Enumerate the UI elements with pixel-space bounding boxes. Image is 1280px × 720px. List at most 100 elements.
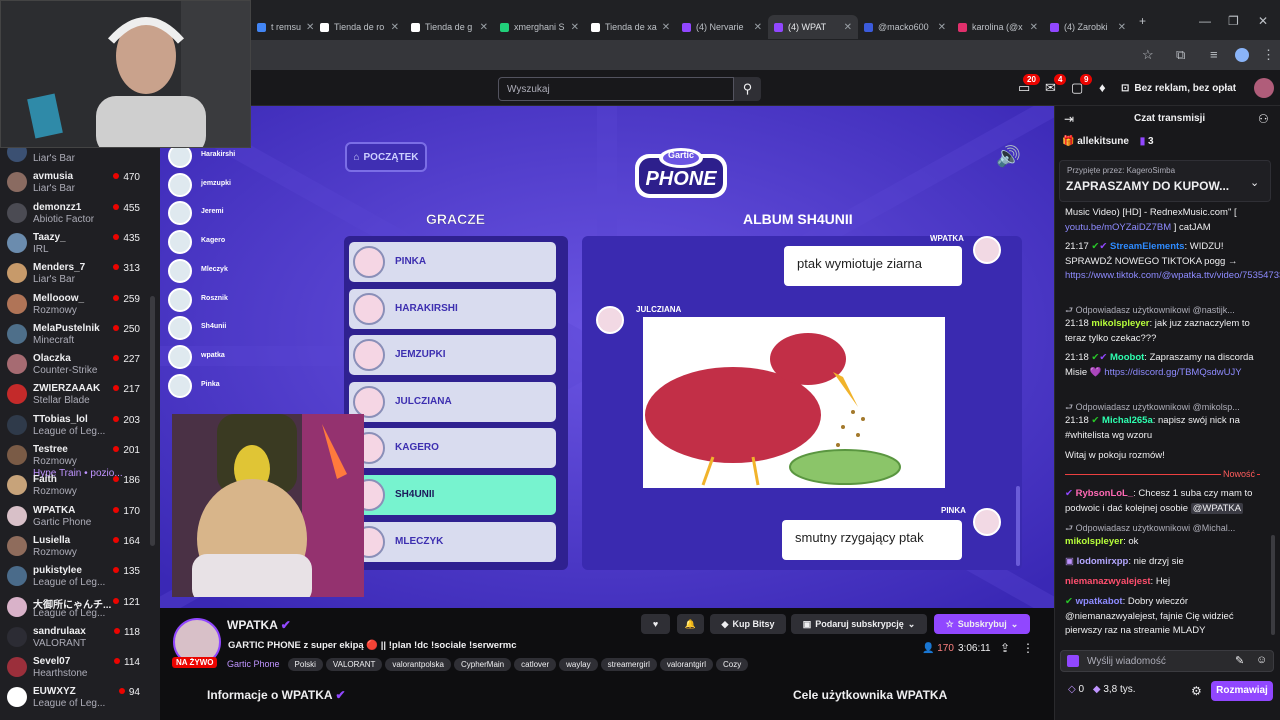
- chat-user[interactable]: lodomirxpp: [1077, 556, 1129, 567]
- sidebar-channel[interactable]: avmusia Liar's Bar 470: [0, 168, 150, 198]
- search-icon[interactable]: ⚲: [734, 77, 761, 101]
- chat-user[interactable]: niemanazwyalejest: [1065, 576, 1151, 587]
- close-tab-icon[interactable]: ✕: [1030, 22, 1038, 33]
- restore-icon[interactable]: ❐: [1228, 14, 1239, 28]
- stream-tag[interactable]: waylay: [559, 658, 598, 671]
- chat-user[interactable]: Michal265a: [1102, 415, 1153, 426]
- subscribe-button[interactable]: ☆ Subskrybuj ⌄: [934, 614, 1030, 634]
- chat-link[interactable]: https://discord.gg/TBMQsdwUJY: [1104, 367, 1241, 378]
- close-tab-icon[interactable]: ✕: [844, 22, 852, 33]
- chat-user[interactable]: StreamElements: [1110, 241, 1184, 252]
- sidebar-scrollbar[interactable]: [150, 296, 155, 546]
- user-avatar[interactable]: [1254, 78, 1274, 98]
- browser-tab[interactable]: Tienda de xa ✕: [585, 15, 676, 39]
- sidebar-channel[interactable]: 大御所にゃんチ... League of Leg... 121: [0, 593, 150, 623]
- drops-icon[interactable]: ♦: [1099, 80, 1106, 95]
- emote-icon[interactable]: ☺: [1256, 654, 1267, 666]
- sidebar-channel[interactable]: Sevel07 Hearthstone 114: [0, 653, 150, 683]
- channel-points[interactable]: ◇ 0 ◆ 3,8 tys.: [1068, 684, 1136, 695]
- stream-tag[interactable]: Polski: [287, 658, 323, 671]
- menu-icon[interactable]: ⋮: [1262, 47, 1275, 63]
- browser-tab[interactable]: t remsu ✕: [251, 15, 314, 39]
- chat-user[interactable]: Moobot: [1110, 352, 1144, 363]
- stream-tag[interactable]: valorantgirl: [659, 658, 713, 671]
- close-tab-icon[interactable]: ✕: [306, 22, 314, 33]
- sidebar-channel[interactable]: MelaPustelnik Minecraft 250: [0, 320, 150, 350]
- collapse-chat-icon[interactable]: ⇥: [1064, 112, 1074, 126]
- browser-tab[interactable]: karolina (@x ✕: [952, 15, 1044, 39]
- browser-tab[interactable]: xmerghani S ✕: [494, 15, 585, 39]
- chat-user[interactable]: mikolspleyer: [1091, 318, 1149, 329]
- volume-icon[interactable]: 🔊: [996, 144, 1021, 169]
- browser-tab[interactable]: (4) Zarobki ✕: [1044, 15, 1132, 39]
- close-tab-icon[interactable]: ✕: [754, 22, 762, 33]
- chat-scrollbar[interactable]: [1271, 535, 1275, 635]
- stream-tag[interactable]: catlover: [514, 658, 557, 671]
- album-scrollbar[interactable]: [1016, 486, 1020, 566]
- chat-link[interactable]: youtu.be/mOYZaiDZ7BM: [1065, 222, 1171, 233]
- sidebar-channel[interactable]: demonzz1 Abiotic Factor 455: [0, 199, 150, 229]
- profile-icon[interactable]: [1235, 48, 1249, 62]
- browser-tab[interactable]: (4) WPAT ✕: [768, 15, 858, 39]
- chat-user[interactable]: mikolspleyer: [1065, 536, 1123, 547]
- sidebar-channel[interactable]: ZWIERZAAAK Stellar Blade 217: [0, 380, 150, 410]
- chevron-down-icon[interactable]: ⌄: [1250, 176, 1259, 189]
- chat-user[interactable]: RybsonLoL_: [1076, 488, 1134, 499]
- channel-name[interactable]: WPATKA ✔: [227, 618, 291, 632]
- minimize-icon[interactable]: —: [1199, 14, 1211, 28]
- chat-send-button[interactable]: Rozmawiaj: [1211, 681, 1273, 701]
- bell-icon[interactable]: 🔔: [677, 614, 704, 634]
- sidebar-channel[interactable]: EUWXYZ League of Leg... 94: [0, 683, 150, 713]
- browser-tab[interactable]: (4) Nervarie ✕: [676, 15, 768, 39]
- extensions-icon[interactable]: ⧉: [1176, 47, 1185, 63]
- more-icon[interactable]: ⋮: [1022, 641, 1034, 655]
- no-ads-button[interactable]: ⊡ Bez reklam, bez opłat: [1121, 76, 1236, 100]
- share-icon[interactable]: ⇪: [1000, 641, 1010, 655]
- stream-tag[interactable]: CypherMain: [454, 658, 512, 671]
- start-button[interactable]: ⌂ POCZĄTEK: [345, 142, 427, 172]
- chat-message: ▣ lodomirxpp: nie drzyj sie: [1065, 555, 1261, 570]
- sidebar-channel[interactable]: TTobias_lol League of Leg... 203: [0, 411, 150, 441]
- chat-link[interactable]: https://www.tiktok.com/@wpatka.ttv/video…: [1065, 270, 1280, 281]
- stream-tag[interactable]: VALORANT: [325, 658, 383, 671]
- browser-tab[interactable]: @macko600 ✕: [858, 15, 952, 39]
- browser-tab[interactable]: Tienda de g ✕: [405, 15, 494, 39]
- close-tab-icon[interactable]: ✕: [662, 22, 670, 33]
- community-icon[interactable]: ⚇: [1258, 112, 1269, 126]
- search-input[interactable]: Wyszukaj: [498, 77, 734, 101]
- close-tab-icon[interactable]: ✕: [480, 22, 488, 33]
- gift-sub-button[interactable]: ▣ Podaruj subskrypcję ⌄: [791, 614, 927, 634]
- settings-icon[interactable]: ⚙: [1191, 684, 1202, 698]
- close-tab-icon[interactable]: ✕: [571, 22, 579, 33]
- close-tab-icon[interactable]: ✕: [938, 22, 946, 33]
- chat-badge-icon[interactable]: [1067, 655, 1079, 667]
- follow-heart-button[interactable]: ♥: [641, 614, 670, 634]
- sidebar-channel[interactable]: pukistylee League of Leg... 135: [0, 562, 150, 592]
- close-tab-icon[interactable]: ✕: [1118, 22, 1126, 33]
- pinned-message[interactable]: Przypięte przez: KageroSimba ZAPRASZAMY …: [1059, 160, 1271, 202]
- star-icon[interactable]: ☆: [1142, 47, 1154, 63]
- sidebar-channel[interactable]: Mellooow_ Rozmowy 259: [0, 290, 150, 320]
- new-tab-button[interactable]: +: [1139, 14, 1146, 28]
- chat-mention[interactable]: @WPATKA: [1190, 502, 1244, 514]
- sidebar-channel[interactable]: Olaczka Counter-Strike 227: [0, 350, 150, 380]
- sidebar-channel[interactable]: Menders_7 Liar's Bar 313: [0, 259, 150, 289]
- category-link[interactable]: Gartic Phone: [227, 659, 280, 669]
- stream-tag[interactable]: valorantpolska: [385, 658, 451, 671]
- sidebar-channel[interactable]: WPATKA Gartic Phone 170: [0, 502, 150, 532]
- sidebar-channel[interactable]: sandrulaax VALORANT 118: [0, 623, 150, 653]
- stream-tag[interactable]: streamergirl: [600, 658, 657, 671]
- buy-bits-button[interactable]: ◆ Kup Bitsy: [710, 614, 786, 634]
- sidebar-channel[interactable]: Lusiella Rozmowy 164: [0, 532, 150, 562]
- sidebar-channel[interactable]: Testree Rozmowy 201 Hype Train • pozio...: [0, 441, 150, 479]
- hype-bar[interactable]: 🎁 allekitsune ▮ 3: [1062, 136, 1154, 147]
- sidebar-channel[interactable]: Taazy_ IRL 435: [0, 229, 150, 259]
- commands-icon[interactable]: ✎: [1235, 654, 1244, 667]
- close-window-icon[interactable]: ✕: [1258, 14, 1268, 28]
- sidebar-channel[interactable]: Faith Rozmowy 186: [0, 471, 150, 501]
- chat-user[interactable]: wpatkabot: [1076, 596, 1123, 607]
- stream-tag[interactable]: Cozy: [715, 658, 749, 671]
- browser-tab[interactable]: Tienda de ro ✕: [314, 15, 405, 39]
- close-tab-icon[interactable]: ✕: [391, 22, 399, 33]
- media-icon[interactable]: ≡: [1210, 47, 1218, 62]
